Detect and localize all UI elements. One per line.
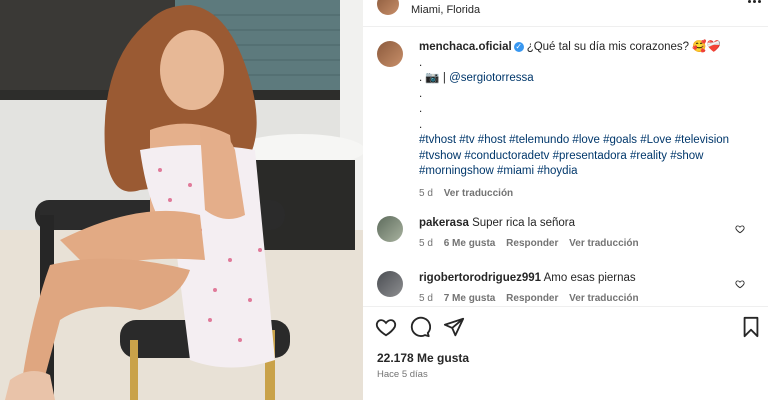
- comment-likes[interactable]: 7 Me gusta: [444, 293, 496, 304]
- avatar[interactable]: [377, 0, 399, 15]
- divider: [363, 26, 768, 27]
- comment-body: pakerasa Super rica la señora 5 d 6 Me g…: [419, 216, 739, 251]
- translate-link[interactable]: Ver traducción: [569, 293, 638, 304]
- credit-prefix: . 📷 |: [419, 72, 450, 84]
- credit-mention[interactable]: @sergiotorressa: [449, 72, 534, 84]
- heart-small-icon[interactable]: [735, 224, 745, 234]
- caption-dot: .: [419, 56, 423, 69]
- comment-meta: 5 d 7 Me gusta Responder Ver traducción: [419, 291, 739, 306]
- more-icon[interactable]: [748, 0, 762, 6]
- comment-username[interactable]: pakerasa: [419, 217, 469, 229]
- post-location[interactable]: Miami, Florida: [411, 4, 480, 16]
- caption-dot: .: [419, 118, 423, 131]
- comment-icon[interactable]: [409, 316, 431, 338]
- comment-text: Amo esas piernas: [543, 272, 636, 284]
- reply-button[interactable]: Responder: [506, 238, 558, 249]
- comment-meta: 5 d 6 Me gusta Responder Ver traducción: [419, 236, 739, 251]
- hashtags[interactable]: #tvshow #conductoradetv #presentadora #r…: [419, 149, 759, 165]
- caption-dot: .: [419, 87, 423, 100]
- share-icon[interactable]: [443, 316, 465, 338]
- comment-likes[interactable]: 6 Me gusta: [444, 238, 496, 249]
- caption-time[interactable]: 5 d: [419, 188, 433, 199]
- hashtags[interactable]: #tvhost #tv #host #telemundo #love #goal…: [419, 133, 759, 149]
- comment-username[interactable]: rigobertorodriguez991: [419, 272, 541, 284]
- caption-text: ¿Qué tal su día mis corazones? 🥰❤️‍🩹: [526, 41, 721, 53]
- comment-time[interactable]: 5 d: [419, 238, 433, 249]
- hashtags[interactable]: #morningshow #miami #hoydia: [419, 164, 759, 180]
- caption: menchaca.oficial ✓ ¿Qué tal su día mis cor…: [419, 40, 759, 201]
- caption-dot: .: [419, 103, 423, 115]
- comment-body: rigobertorodriguez991 Amo esas piernas 5…: [419, 271, 739, 306]
- divider: [363, 306, 768, 307]
- translate-link[interactable]: Ver traducción: [444, 188, 513, 199]
- heart-small-icon[interactable]: [735, 279, 745, 289]
- avatar[interactable]: [377, 271, 403, 297]
- comment-text: Super rica la señora: [472, 217, 575, 229]
- verified-icon: ✓: [513, 41, 524, 52]
- author-username[interactable]: menchaca.oficial: [419, 41, 512, 53]
- post-age[interactable]: Hace 5 días: [377, 369, 428, 380]
- reply-button[interactable]: Responder: [506, 293, 558, 304]
- heart-icon[interactable]: [375, 316, 397, 338]
- translate-link[interactable]: Ver traducción: [569, 238, 638, 249]
- caption-meta: 5 d Ver traducción: [419, 186, 759, 202]
- avatar[interactable]: [377, 216, 403, 242]
- post-photo[interactable]: [0, 0, 363, 400]
- caption-credit: . 📷 | @sergiotorressa: [419, 71, 759, 87]
- post-details-panel: Miami, Florida menchaca.oficial ✓ ¿Qué tal…: [363, 0, 768, 400]
- likes-count[interactable]: 22.178 Me gusta: [377, 351, 469, 365]
- caption-first-line: menchaca.oficial ✓ ¿Qué tal su día mis cor…: [419, 40, 759, 56]
- post-header: Miami, Florida: [377, 0, 480, 20]
- action-bar: [375, 316, 761, 340]
- comment-time[interactable]: 5 d: [419, 293, 433, 304]
- bookmark-icon[interactable]: [741, 316, 761, 338]
- avatar[interactable]: [377, 41, 403, 67]
